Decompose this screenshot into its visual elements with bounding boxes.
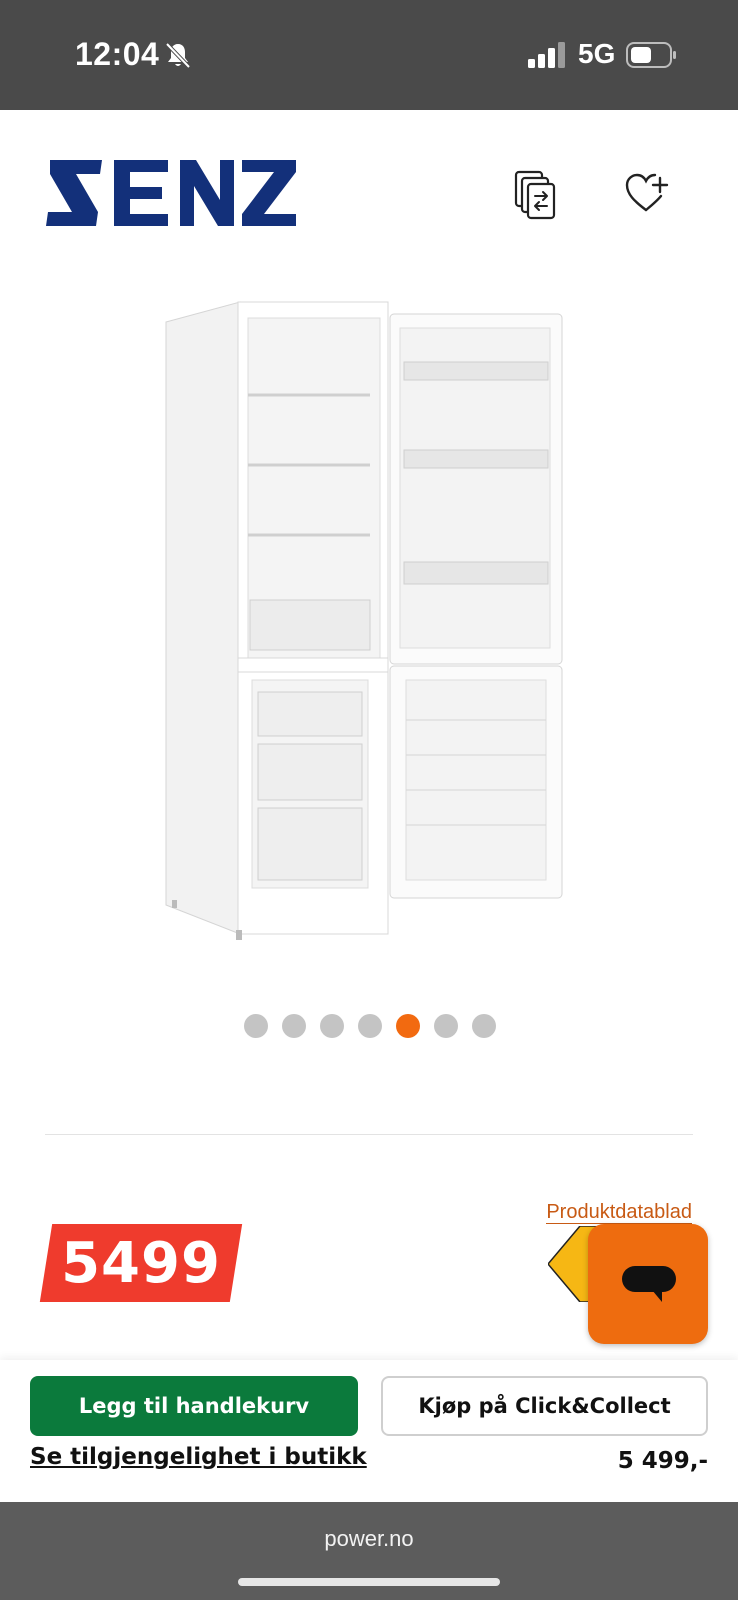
compare-icon[interactable] [514,170,558,220]
battery-icon [626,42,676,68]
carousel-dot[interactable] [320,1014,344,1038]
store-availability-link[interactable]: Se tilgjengelighet i butikk [30,1444,367,1470]
carousel-dot[interactable] [244,1014,268,1038]
brand-logo [46,160,296,226]
product-image[interactable] [160,300,580,945]
status-bar: 12:04 5G [0,0,738,110]
bell-muted-icon [165,42,191,69]
carousel-dot[interactable] [472,1014,496,1038]
status-time: 12:04 [75,36,160,72]
chat-bubble-icon [622,1266,676,1302]
carousel-dot[interactable] [358,1014,382,1038]
browser-bar: power.no [0,1502,738,1600]
divider [45,1134,693,1135]
chat-button[interactable] [588,1224,708,1344]
carousel-dot[interactable] [434,1014,458,1038]
datasheet-link[interactable]: Produktdatablad [546,1201,692,1224]
add-to-cart-button[interactable]: Legg til handlekurv [30,1376,358,1436]
product-page: 12:04 5G 5499 Produktdatablad Legg til h… [0,0,738,1600]
price-tag: 5499 [39,1224,243,1302]
signal-icon [528,42,565,68]
url-label[interactable]: power.no [0,1526,738,1552]
bottom-price: 5 499,- [617,1448,708,1474]
carousel-dot[interactable] [282,1014,306,1038]
carousel-dots[interactable] [244,1014,496,1038]
click-collect-button[interactable]: Kjøp på Click&Collect [381,1376,708,1436]
network-label: 5G [578,38,616,69]
action-bar: Legg til handlekurv Kjøp på Click&Collec… [0,1360,738,1502]
wishlist-icon[interactable] [624,172,670,216]
price-value: 5499 [61,1230,221,1296]
home-indicator[interactable] [238,1578,500,1586]
carousel-dot[interactable] [396,1014,420,1038]
